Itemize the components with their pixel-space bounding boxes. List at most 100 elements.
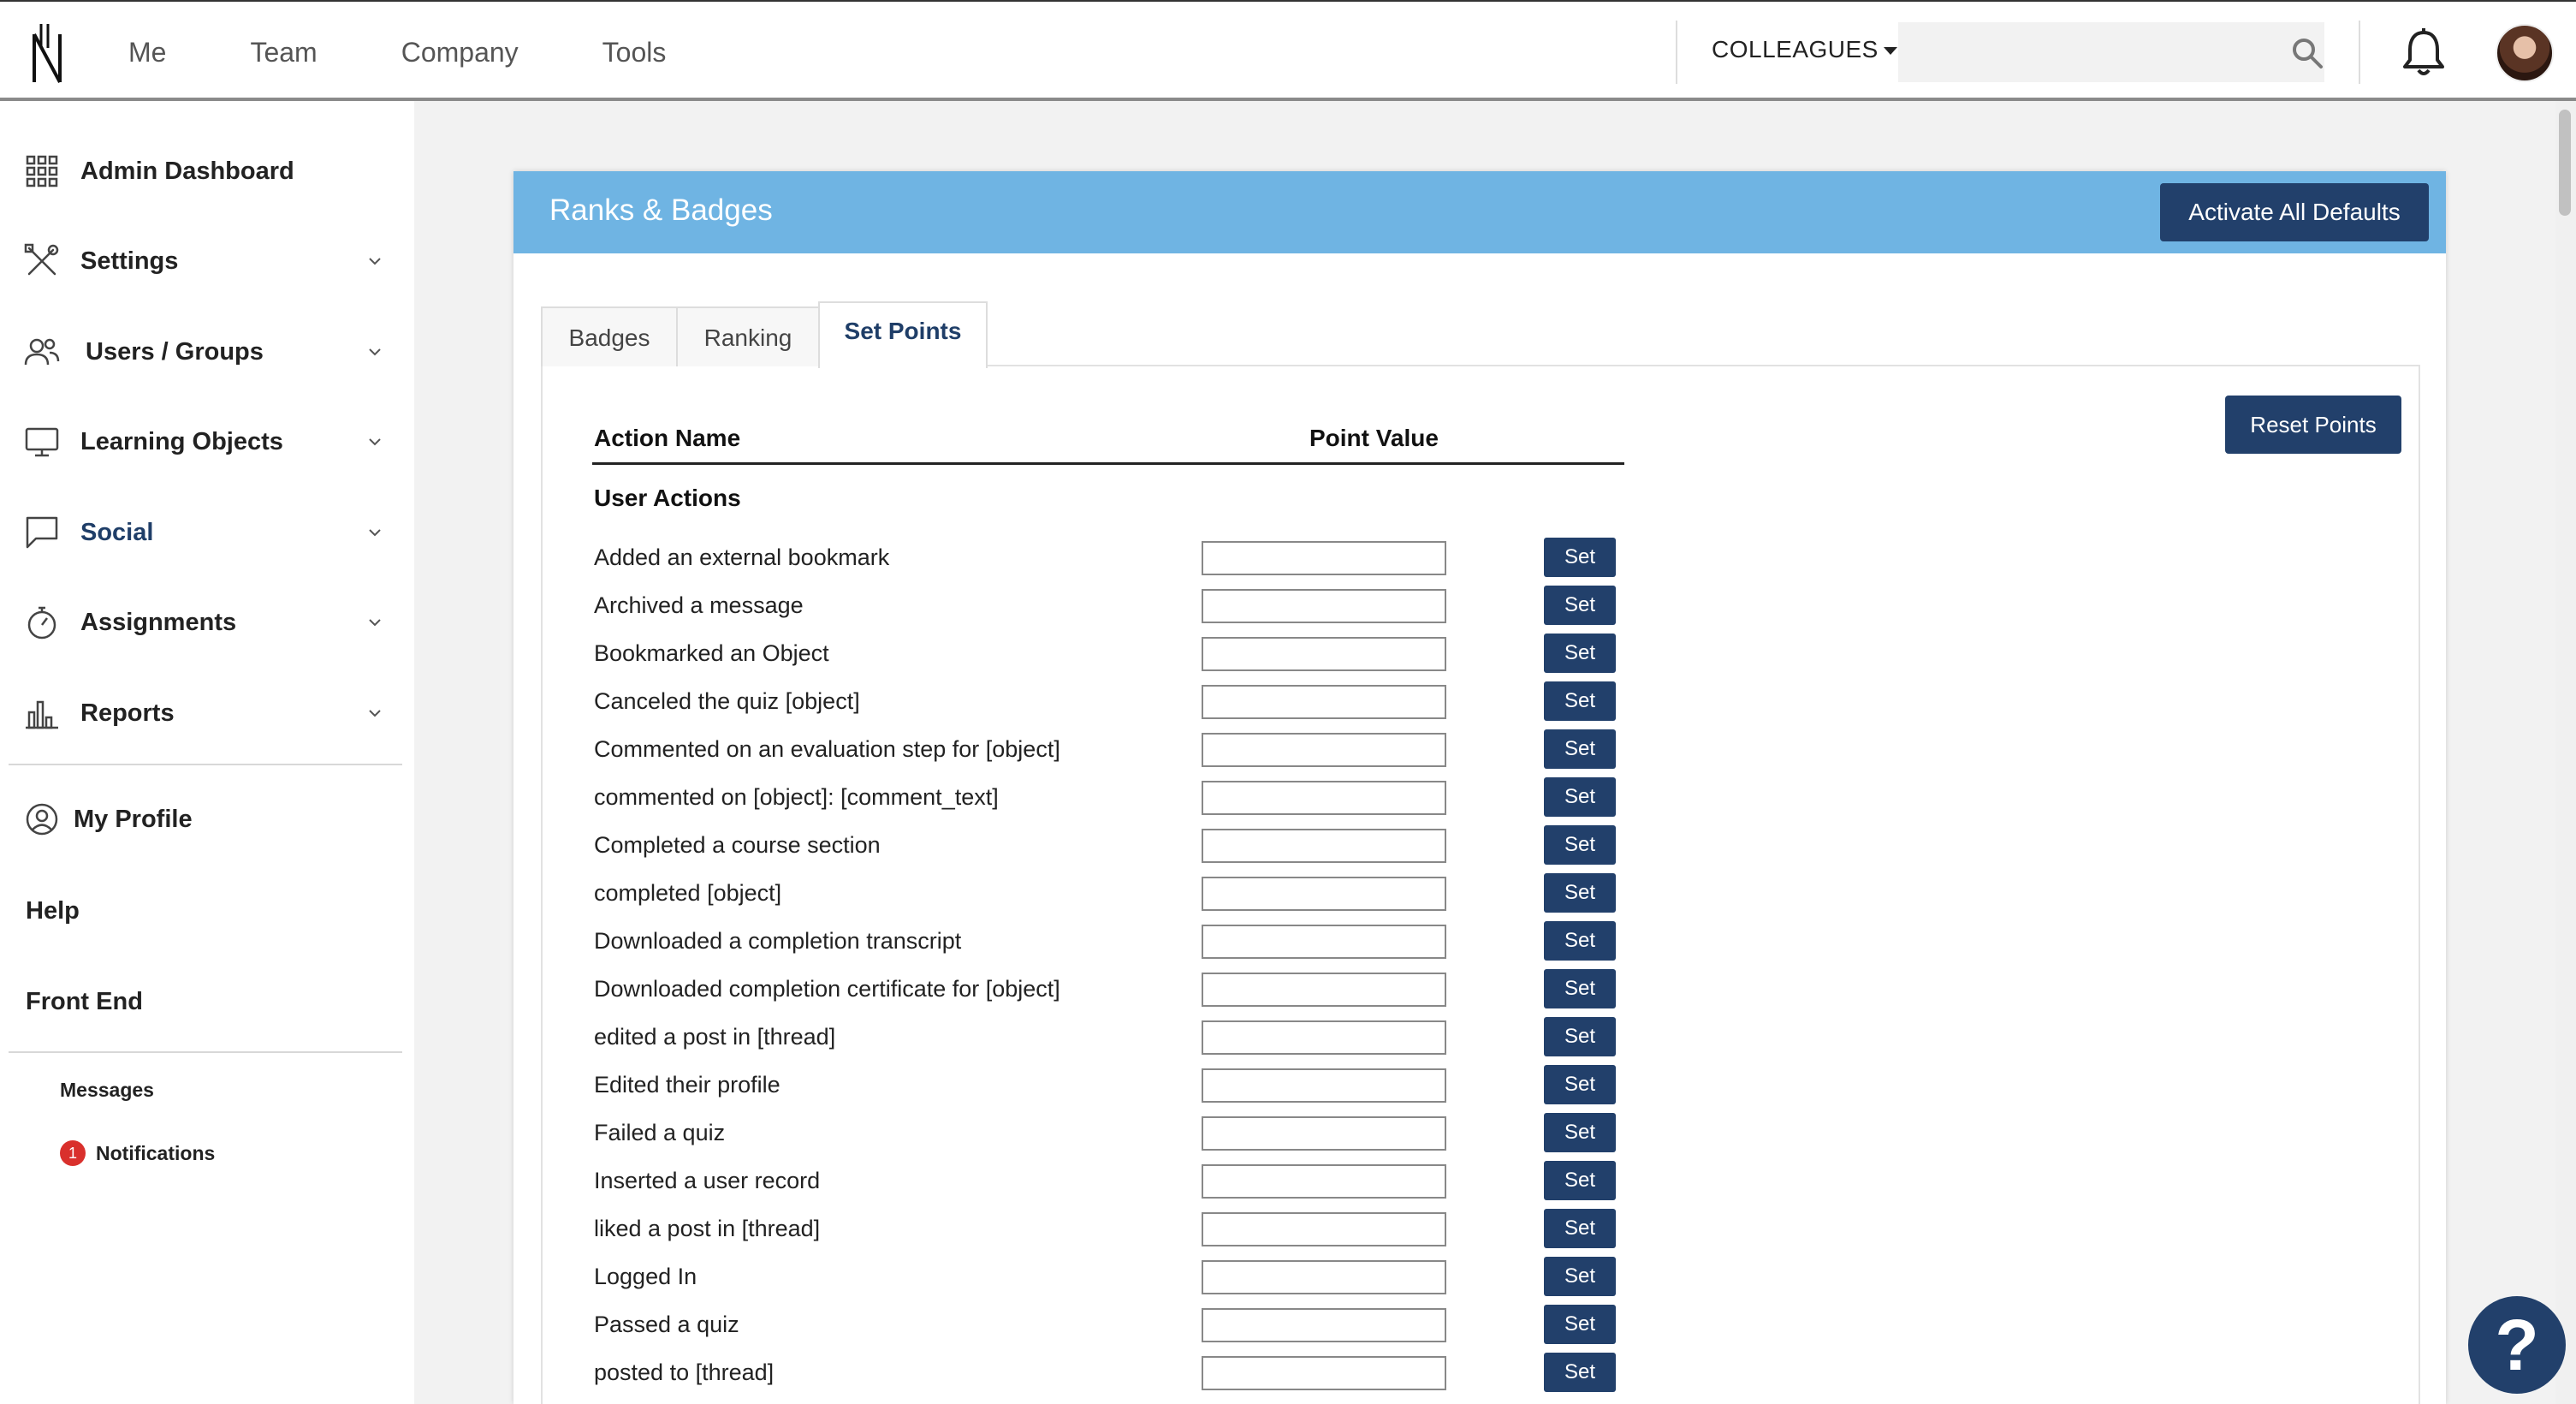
point-value-input[interactable] — [1202, 589, 1446, 623]
chevron-down-icon — [369, 529, 381, 537]
action-name: Downloaded a completion transcript — [594, 928, 962, 954]
sidebar-item-learning-objects[interactable]: Learning Objects — [0, 403, 414, 480]
sidebar-item-social[interactable]: Social — [0, 494, 414, 571]
set-button[interactable]: Set — [1544, 1017, 1616, 1056]
action-name: Failed a quiz — [594, 1120, 726, 1145]
top-nav: Me Team Company Tools — [128, 2, 750, 103]
point-value-input[interactable] — [1202, 829, 1446, 863]
action-name: completed [object] — [594, 880, 782, 906]
table-row: Added an external bookmark Set — [513, 536, 1712, 584]
point-value-input[interactable] — [1202, 637, 1446, 671]
sidebar-item-admin-dashboard[interactable]: Admin Dashboard — [0, 133, 414, 210]
scrollbar-track[interactable] — [2555, 101, 2576, 1404]
set-button[interactable]: Set — [1544, 1209, 1616, 1248]
table-row: edited a post in [thread] Set — [513, 1015, 1712, 1063]
column-header-action-name: Action Name — [594, 425, 741, 451]
caret-down-icon — [1883, 47, 1897, 56]
chevron-down-icon — [369, 438, 381, 446]
set-button[interactable]: Set — [1544, 681, 1616, 721]
point-value-input[interactable] — [1202, 1116, 1446, 1151]
point-value-input[interactable] — [1202, 685, 1446, 719]
section-title-user-actions: User Actions — [594, 485, 741, 511]
sidebar-item-reports[interactable]: Reports — [0, 675, 414, 752]
set-button[interactable]: Set — [1544, 586, 1616, 625]
set-button[interactable]: Set — [1544, 873, 1616, 913]
chevron-down-icon — [369, 258, 381, 265]
point-value-input[interactable] — [1202, 877, 1446, 911]
set-button[interactable]: Set — [1544, 729, 1616, 769]
table-row: Archived a message Set — [513, 584, 1712, 632]
point-value-input[interactable] — [1202, 973, 1446, 1007]
set-button[interactable]: Set — [1544, 1113, 1616, 1152]
point-value-input[interactable] — [1202, 925, 1446, 959]
set-button[interactable]: Set — [1544, 634, 1616, 673]
set-button[interactable]: Set — [1544, 1065, 1616, 1104]
set-button[interactable]: Set — [1544, 825, 1616, 865]
reset-points-button[interactable]: Reset Points — [2225, 396, 2401, 454]
point-value-input[interactable] — [1202, 1260, 1446, 1294]
point-value-input[interactable] — [1202, 1356, 1446, 1390]
sidebar-item-label: Users / Groups — [86, 337, 264, 366]
table-row: Downloaded completion certificate for [o… — [513, 967, 1712, 1015]
point-value-input[interactable] — [1202, 541, 1446, 575]
set-button[interactable]: Set — [1544, 1161, 1616, 1200]
bell-icon[interactable] — [2400, 27, 2448, 79]
tab-set-points[interactable]: Set Points — [818, 301, 988, 368]
search-icon[interactable] — [2290, 36, 2324, 70]
nav-team[interactable]: Team — [250, 37, 317, 68]
grid-icon — [26, 155, 58, 187]
sidebar-item-assignments[interactable]: Assignments — [0, 584, 414, 661]
set-button[interactable]: Set — [1544, 921, 1616, 961]
point-value-input[interactable] — [1202, 1212, 1446, 1246]
user-circle-icon — [26, 803, 58, 836]
app-logo-icon[interactable] — [29, 22, 65, 84]
chevron-down-icon — [369, 619, 381, 627]
table-row: liked a post in [thread] Set — [513, 1207, 1712, 1255]
point-value-input[interactable] — [1202, 1308, 1446, 1342]
sidebar-item-label: Learning Objects — [80, 427, 283, 455]
action-name: Inserted a user record — [594, 1168, 821, 1193]
set-button[interactable]: Set — [1544, 538, 1616, 577]
sidebar-item-help[interactable]: Help — [26, 897, 80, 925]
set-button[interactable]: Set — [1544, 777, 1616, 817]
sidebar-item-front-end[interactable]: Front End — [26, 988, 143, 1016]
colleagues-dropdown[interactable]: COLLEAGUES — [1712, 36, 1897, 63]
table-row: Downloaded a completion transcript Set — [513, 919, 1712, 967]
panel-header: Ranks & Badges Activate All Defaults — [513, 171, 2446, 253]
point-value-input[interactable] — [1202, 781, 1446, 815]
header-divider — [592, 462, 1624, 465]
nav-tools[interactable]: Tools — [602, 37, 667, 68]
scrollbar-thumb[interactable] — [2559, 110, 2571, 216]
tab-badges[interactable]: Badges — [541, 306, 678, 366]
action-name: Logged In — [594, 1264, 697, 1289]
tab-ranking[interactable]: Ranking — [676, 306, 820, 366]
sidebar-item-users-groups[interactable]: Users / Groups — [0, 313, 414, 390]
sidebar-item-my-profile[interactable]: My Profile — [0, 781, 414, 858]
page-title: Ranks & Badges — [549, 193, 773, 227]
sidebar-item-messages[interactable]: Messages — [60, 1079, 154, 1102]
avatar[interactable] — [2496, 24, 2554, 82]
column-header-point-value: Point Value — [1309, 425, 1439, 451]
nav-company[interactable]: Company — [401, 37, 519, 68]
table-row: Inserted a user record Set — [513, 1159, 1712, 1207]
set-button[interactable]: Set — [1544, 1353, 1616, 1392]
point-value-input[interactable] — [1202, 1164, 1446, 1199]
point-value-input[interactable] — [1202, 1020, 1446, 1055]
activate-all-defaults-button[interactable]: Activate All Defaults — [2160, 183, 2429, 241]
sidebar-item-settings[interactable]: Settings — [0, 223, 414, 300]
sidebar-item-label: Social — [80, 518, 154, 546]
notification-count-badge: 1 — [60, 1140, 86, 1166]
table-row: Completed a course section Set — [513, 824, 1712, 872]
nav-me[interactable]: Me — [128, 37, 166, 68]
sidebar-item-notifications[interactable]: Notifications — [96, 1142, 215, 1165]
set-button[interactable]: Set — [1544, 969, 1616, 1008]
point-value-input[interactable] — [1202, 733, 1446, 767]
point-value-input[interactable] — [1202, 1068, 1446, 1103]
set-button[interactable]: Set — [1544, 1257, 1616, 1296]
set-button[interactable]: Set — [1544, 1305, 1616, 1344]
sidebar-item-label: Settings — [80, 247, 179, 275]
action-name: Passed a quiz — [594, 1312, 739, 1337]
search-input[interactable] — [1898, 22, 2324, 82]
help-button[interactable]: ? — [2468, 1296, 2566, 1394]
action-name: Downloaded completion certificate for [o… — [594, 976, 1060, 1002]
